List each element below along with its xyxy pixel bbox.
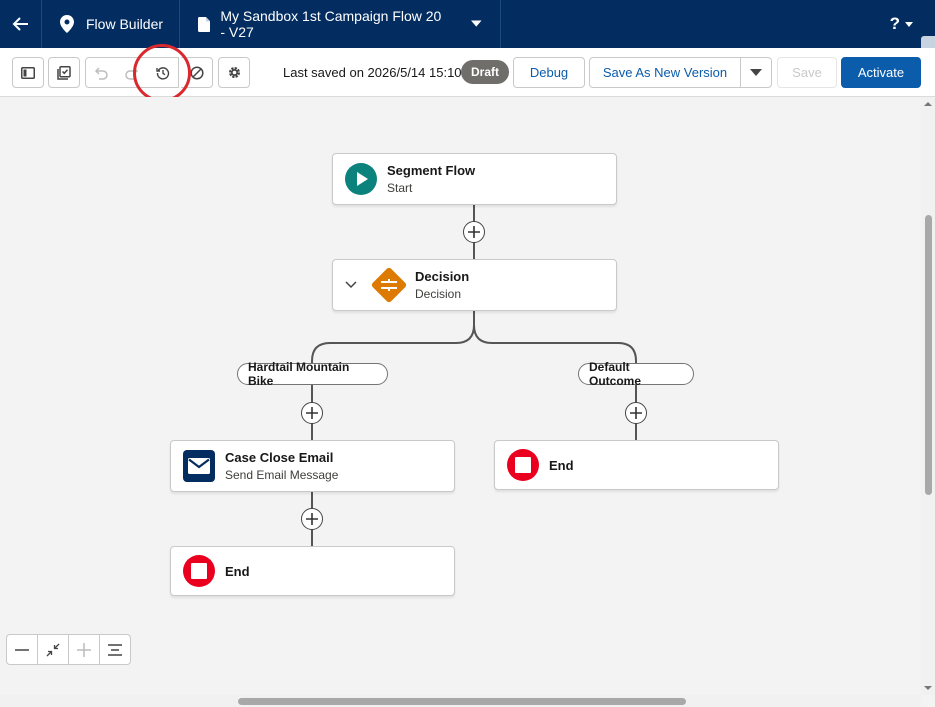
- contract-icon: [46, 643, 60, 656]
- add-element-button[interactable]: [301, 508, 323, 530]
- help-menu[interactable]: ?: [890, 14, 913, 34]
- save-label: Save: [792, 65, 822, 80]
- scroll-down-icon: [924, 686, 932, 690]
- plus-icon: [630, 407, 642, 419]
- email-action-node[interactable]: Case Close Email Send Email Message: [170, 440, 455, 492]
- debug-button[interactable]: Debug: [513, 57, 585, 88]
- caret-down-icon: [471, 20, 483, 27]
- flow-name-menu[interactable]: My Sandbox 1st Campaign Flow 20 - V27: [180, 0, 502, 48]
- add-element-button[interactable]: [625, 402, 647, 424]
- undo-button[interactable]: [85, 57, 117, 88]
- caret-down-icon: [905, 21, 913, 27]
- debug-label: Debug: [529, 65, 569, 80]
- plus-icon: [77, 642, 91, 657]
- checklist-icon: [57, 65, 71, 80]
- location-pin-icon: [60, 15, 74, 33]
- decision-node[interactable]: Decision Decision: [332, 259, 617, 311]
- add-element-button[interactable]: [463, 221, 485, 243]
- activate-button[interactable]: Activate: [841, 57, 921, 88]
- zoom-in-button[interactable]: [69, 635, 100, 664]
- horizontal-scrollbar[interactable]: [0, 695, 921, 707]
- align-center-icon: [108, 643, 122, 656]
- end-node-left[interactable]: End: [170, 546, 455, 596]
- decision-node-title: Decision: [415, 269, 470, 284]
- plus-icon: [468, 226, 480, 238]
- add-element-button[interactable]: [301, 402, 323, 424]
- chevron-down-icon: [345, 281, 357, 289]
- plus-icon: [306, 513, 318, 525]
- help-icon: ?: [889, 14, 900, 33]
- toggle-toolbox-button[interactable]: [12, 57, 44, 88]
- collapse-toggle[interactable]: [345, 276, 359, 294]
- start-node-subtitle: Start: [387, 181, 413, 195]
- undo-icon: [94, 66, 108, 80]
- end-node-title: End: [549, 457, 574, 473]
- stop-icon: [507, 449, 539, 481]
- save-button[interactable]: Save: [777, 57, 837, 88]
- document-icon: [198, 16, 211, 32]
- status-badge: Draft: [461, 60, 509, 84]
- save-options-dropdown[interactable]: [740, 57, 772, 88]
- flow-name: My Sandbox 1st Campaign Flow 20 - V27: [220, 8, 442, 40]
- auto-layout-button[interactable]: [100, 635, 130, 664]
- plus-icon: [306, 407, 318, 419]
- redo-icon: [124, 66, 138, 80]
- check-errors-button[interactable]: [48, 57, 80, 88]
- end-node-title: End: [225, 563, 250, 579]
- outcome-label-left[interactable]: Hardtail Mountain Bike: [237, 360, 388, 388]
- app-name-area: Flow Builder: [42, 0, 181, 48]
- arrow-left-icon: [12, 17, 28, 31]
- save-as-new-version-label: Save As New Version: [602, 65, 728, 80]
- start-icon: [345, 163, 377, 195]
- vertical-scrollbar[interactable]: [921, 97, 935, 695]
- decision-icon: [369, 265, 409, 305]
- activate-label: Activate: [857, 65, 905, 80]
- email-node-title: Case Close Email: [225, 450, 334, 465]
- last-saved-text: Last saved on 2026/5/14 15:10: [283, 65, 462, 80]
- global-header: Flow Builder My Sandbox 1st Campaign Flo…: [0, 0, 935, 48]
- scroll-up-icon: [924, 102, 932, 106]
- version-history-button[interactable]: [147, 57, 179, 88]
- app-name: Flow Builder: [86, 16, 164, 32]
- start-node[interactable]: Segment Flow Start: [332, 153, 617, 205]
- zoom-out-button[interactable]: [7, 635, 38, 664]
- outcome-label-right[interactable]: Default Outcome: [578, 360, 694, 388]
- decision-node-subtitle: Decision: [415, 287, 462, 301]
- flow-canvas[interactable]: Segment Flow Start Decision Decision Har…: [0, 97, 921, 695]
- horizontal-scroll-thumb[interactable]: [238, 698, 686, 705]
- history-icon: [155, 66, 169, 80]
- chevron-down-icon: [750, 69, 762, 76]
- email-icon: [183, 450, 215, 482]
- zoom-controls: [6, 634, 131, 665]
- stop-icon: [183, 555, 215, 587]
- back-button[interactable]: [0, 0, 42, 48]
- end-node-right[interactable]: End: [494, 440, 779, 490]
- minus-icon: [15, 648, 29, 651]
- start-node-title: Segment Flow: [387, 163, 476, 178]
- deactivate-button[interactable]: [181, 57, 213, 88]
- save-as-new-version-button[interactable]: Save As New Version: [589, 57, 741, 88]
- email-node-subtitle: Send Email Message: [225, 468, 339, 482]
- vertical-scroll-thumb[interactable]: [925, 215, 932, 495]
- redo-button[interactable]: [116, 57, 148, 88]
- flow-properties-button[interactable]: [218, 57, 250, 88]
- gear-icon: [228, 67, 240, 78]
- panel-left-icon: [21, 66, 35, 79]
- fit-view-button[interactable]: [38, 635, 69, 664]
- ban-icon: [189, 65, 204, 80]
